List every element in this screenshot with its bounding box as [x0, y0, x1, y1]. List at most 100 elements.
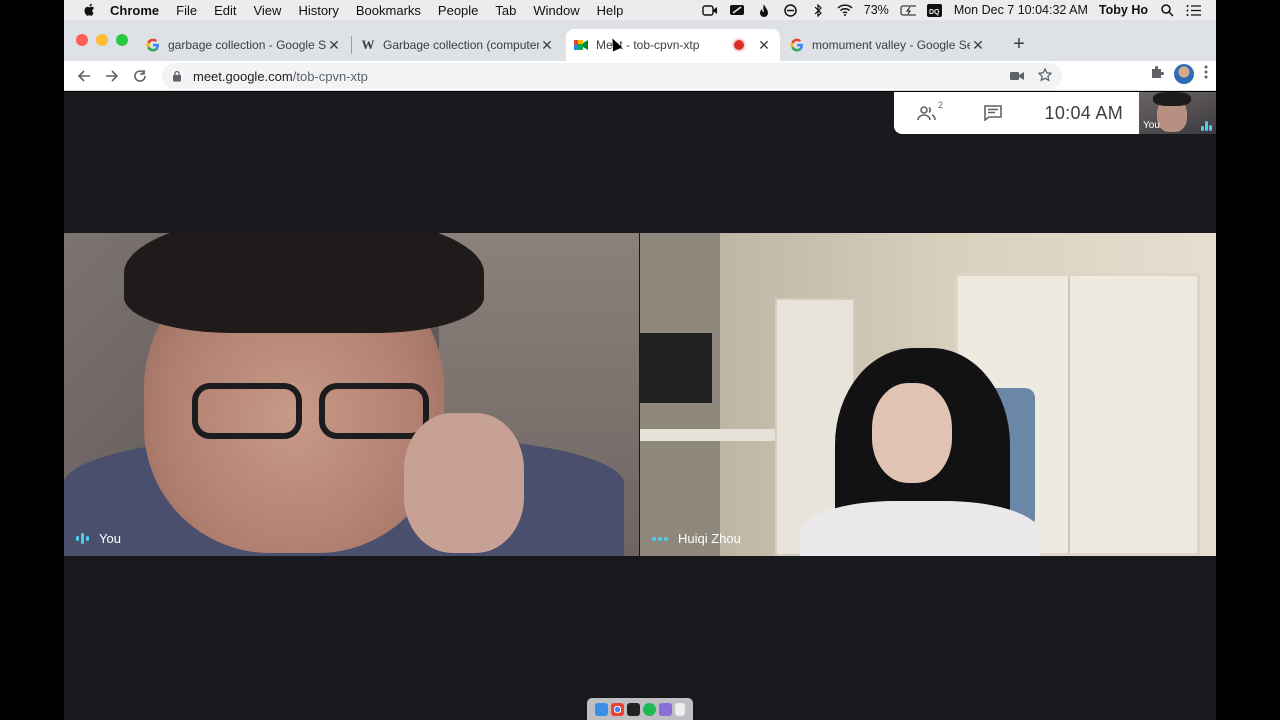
tab-close-icon[interactable]: ✕: [539, 37, 555, 54]
participant-count: 2: [937, 100, 943, 110]
forward-button[interactable]: [98, 62, 126, 90]
tab-garbage-collection-google[interactable]: garbage collection - Google Se ✕: [138, 29, 350, 61]
url-host: meet.google.com: [193, 68, 293, 84]
screen: Chrome File Edit View History Bookmarks …: [0, 0, 1280, 720]
extensions-puzzle-icon[interactable]: [1150, 65, 1164, 84]
people-button[interactable]: 2: [916, 100, 943, 124]
menu-help[interactable]: Help: [597, 3, 624, 18]
video-subject-hand: [404, 413, 524, 553]
self-view-thumbnail[interactable]: You: [1139, 92, 1216, 134]
participant-label: Huiqi Zhou: [652, 531, 741, 546]
video-subject-hair: [124, 233, 484, 333]
menubar-status-area: 73% DQ Mon Dec 7 10:04:32 AM Toby Ho: [702, 3, 1216, 17]
user-name[interactable]: Toby Ho: [1099, 3, 1148, 17]
recording-indicator-icon: [732, 38, 746, 52]
arrow-right-icon: [106, 69, 119, 82]
menu-file[interactable]: File: [176, 3, 197, 18]
tab-title: momument valley - Google Sea: [812, 38, 970, 52]
more-options-dots-icon[interactable]: [652, 536, 668, 541]
address-bar[interactable]: meet.google.com /tob-cpvn-xtp: [162, 63, 1062, 89]
video-subject-shirt: [800, 501, 1040, 556]
chat-icon: [984, 105, 1002, 121]
screen-share-icon[interactable]: [729, 4, 745, 17]
dq-app-icon[interactable]: DQ: [927, 3, 943, 17]
terminal-icon[interactable]: [627, 702, 640, 716]
tab-title: Garbage collection (computer s: [383, 38, 539, 52]
profile-avatar[interactable]: [1174, 64, 1194, 84]
meet-call-area: 2 10:04 AM You You Huiqi Zhou: [64, 92, 1216, 720]
video-subject-face: [872, 383, 952, 483]
back-button[interactable]: [70, 62, 98, 90]
audio-level-icon: [1201, 121, 1212, 131]
menu-app-name[interactable]: Chrome: [110, 3, 159, 18]
close-window-button[interactable]: [76, 34, 88, 46]
url-path: /tob-cpvn-xtp: [292, 68, 368, 84]
menu-bookmarks[interactable]: Bookmarks: [356, 3, 421, 18]
tab-separator: [351, 36, 352, 54]
menu-history[interactable]: History: [298, 3, 338, 18]
chat-button[interactable]: [982, 102, 1004, 124]
bookmark-star-icon[interactable]: [1037, 66, 1053, 85]
self-view-label: You: [1143, 120, 1160, 131]
kebab-menu-icon[interactable]: [1204, 65, 1208, 84]
flame-icon[interactable]: [756, 3, 772, 17]
meet-top-panel: 2 10:04 AM: [894, 92, 1139, 134]
tab-title: garbage collection - Google Se: [168, 38, 326, 52]
tab-meet-active[interactable]: Meet - tob-cpvn-xtp ✕: [566, 29, 780, 61]
video-camera-icon[interactable]: [702, 4, 718, 17]
bluetooth-icon[interactable]: [810, 3, 826, 17]
menu-edit[interactable]: Edit: [214, 3, 236, 18]
camera-in-use-icon[interactable]: [1010, 69, 1024, 84]
fullscreen-window-button[interactable]: [116, 34, 128, 46]
svg-text:DQ: DQ: [929, 9, 940, 16]
apple-menu-icon[interactable]: [82, 3, 96, 17]
browser-tab-strip: garbage collection - Google Se ✕ W Garba…: [64, 20, 1216, 61]
room-monitor: [640, 333, 712, 403]
video-subject-glasses: [319, 383, 429, 439]
omnibox-actions: [1010, 66, 1062, 85]
tab-monument-valley-google[interactable]: momument valley - Google Sea ✕: [782, 29, 994, 61]
new-tab-button[interactable]: +: [1007, 33, 1031, 57]
macos-dock: [587, 698, 693, 720]
tab-garbage-collection-wikipedia[interactable]: W Garbage collection (computer s ✕: [353, 29, 563, 61]
wifi-icon[interactable]: [837, 4, 853, 17]
minimize-window-button[interactable]: [96, 34, 108, 46]
spotify-icon[interactable]: [643, 702, 656, 716]
google-favicon-icon: [146, 38, 160, 52]
meet-clock: 10:04 AM: [1044, 102, 1123, 123]
chrome-icon[interactable]: [611, 702, 624, 716]
menu-tab[interactable]: Tab: [495, 3, 516, 18]
people-icon: [917, 106, 936, 121]
tab-close-icon[interactable]: ✕: [756, 37, 772, 54]
browser-toolbar: meet.google.com /tob-cpvn-xtp: [64, 61, 1216, 91]
tab-close-icon[interactable]: ✕: [970, 37, 986, 54]
participant-name: You: [99, 531, 121, 546]
self-view-hair: [1153, 92, 1191, 106]
menu-window[interactable]: Window: [533, 3, 579, 18]
menubar-clock[interactable]: Mon Dec 7 10:04:32 AM: [954, 3, 1088, 17]
spotlight-search-icon[interactable]: [1159, 3, 1175, 17]
finder-icon[interactable]: [595, 702, 608, 716]
toolbar-right: [1150, 64, 1208, 84]
menu-view[interactable]: View: [253, 3, 281, 18]
battery-charging-icon[interactable]: [900, 4, 916, 17]
window-controls: [76, 34, 128, 46]
tab-close-icon[interactable]: ✕: [326, 37, 342, 54]
google-meet-favicon-icon: [574, 38, 588, 52]
do-not-disturb-icon[interactable]: [783, 3, 799, 17]
participant-label: You: [76, 531, 121, 546]
lock-icon[interactable]: [172, 70, 184, 82]
menu-people[interactable]: People: [438, 3, 478, 18]
battery-percent: 73%: [863, 3, 889, 17]
video-tile-you[interactable]: You: [64, 233, 639, 556]
arrow-left-icon: [77, 69, 90, 82]
participant-name: Huiqi Zhou: [678, 531, 741, 546]
notification-center-icon[interactable]: [1186, 4, 1202, 17]
app-icon[interactable]: [659, 702, 672, 716]
reload-button[interactable]: [126, 62, 154, 90]
video-tile-huiqi-zhou[interactable]: Huiqi Zhou: [640, 233, 1216, 556]
room-desk: [640, 429, 780, 441]
wikipedia-favicon-icon: W: [361, 37, 375, 52]
video-subject-glasses: [192, 383, 302, 439]
trash-icon[interactable]: [675, 702, 685, 716]
